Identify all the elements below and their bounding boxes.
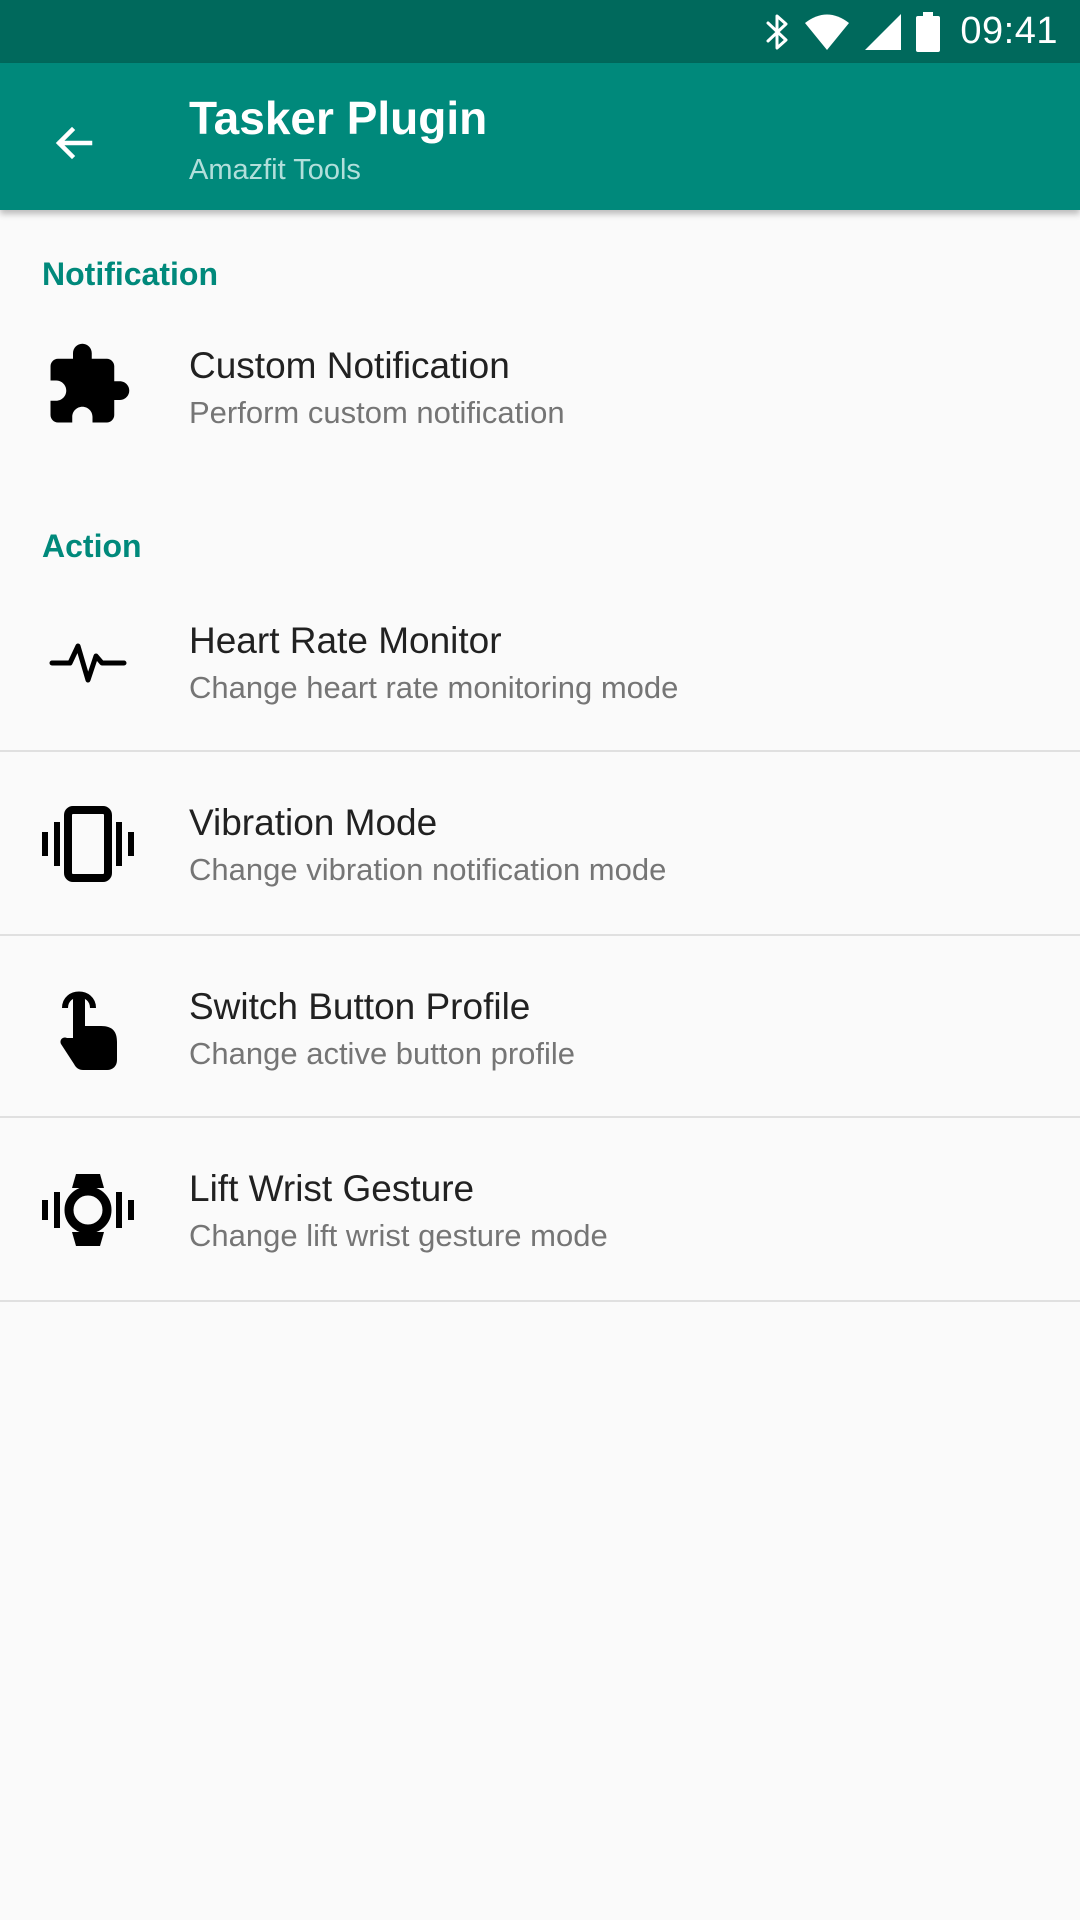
pref-summary: Change heart rate monitoring mode bbox=[189, 670, 679, 705]
pref-vibration-mode[interactable]: Vibration Mode Change vibration notifica… bbox=[0, 752, 1080, 936]
page-title: Tasker Plugin bbox=[189, 92, 488, 144]
divider bbox=[0, 1300, 1080, 1302]
pref-title: Switch Button Profile bbox=[189, 986, 531, 1027]
pref-summary: Change vibration notification mode bbox=[189, 852, 667, 887]
bluetooth-icon bbox=[764, 12, 790, 52]
app-bar: Tasker Plugin Amazfit Tools bbox=[0, 63, 1080, 210]
pref-title: Lift Wrist Gesture bbox=[189, 1168, 475, 1209]
battery-icon bbox=[916, 11, 941, 52]
page-subtitle: Amazfit Tools bbox=[189, 154, 361, 186]
puzzle-icon bbox=[40, 337, 136, 433]
back-button[interactable] bbox=[30, 101, 118, 189]
heart-rate-icon bbox=[40, 614, 136, 710]
section-header-notification: Notification bbox=[42, 256, 218, 292]
vibration-icon bbox=[40, 796, 136, 892]
pref-heart-rate-monitor[interactable]: Heart Rate Monitor Change heart rate mon… bbox=[0, 572, 1080, 752]
pref-title: Heart Rate Monitor bbox=[189, 620, 502, 661]
status-bar: 09:41 bbox=[0, 0, 1080, 63]
pref-custom-notification[interactable]: Custom Notification Perform custom notif… bbox=[0, 300, 1080, 470]
status-icons: 09:41 bbox=[764, 0, 1058, 63]
watch-vibration-icon bbox=[40, 1162, 136, 1258]
signal-icon bbox=[864, 13, 902, 51]
pref-summary: Change active button profile bbox=[189, 1036, 576, 1071]
pref-title: Vibration Mode bbox=[189, 802, 438, 843]
pref-lift-wrist-gesture[interactable]: Lift Wrist Gesture Change lift wrist ges… bbox=[0, 1118, 1080, 1302]
wifi-icon bbox=[804, 13, 850, 51]
status-time: 09:41 bbox=[960, 10, 1058, 52]
touch-icon bbox=[40, 979, 136, 1075]
pref-title: Custom Notification bbox=[189, 345, 510, 386]
pref-summary: Perform custom notification bbox=[189, 395, 565, 430]
pref-switch-button-profile[interactable]: Switch Button Profile Change active butt… bbox=[0, 936, 1080, 1118]
pref-summary: Change lift wrist gesture mode bbox=[189, 1218, 608, 1253]
section-header-action: Action bbox=[42, 528, 142, 564]
arrow-back-icon bbox=[50, 119, 98, 172]
